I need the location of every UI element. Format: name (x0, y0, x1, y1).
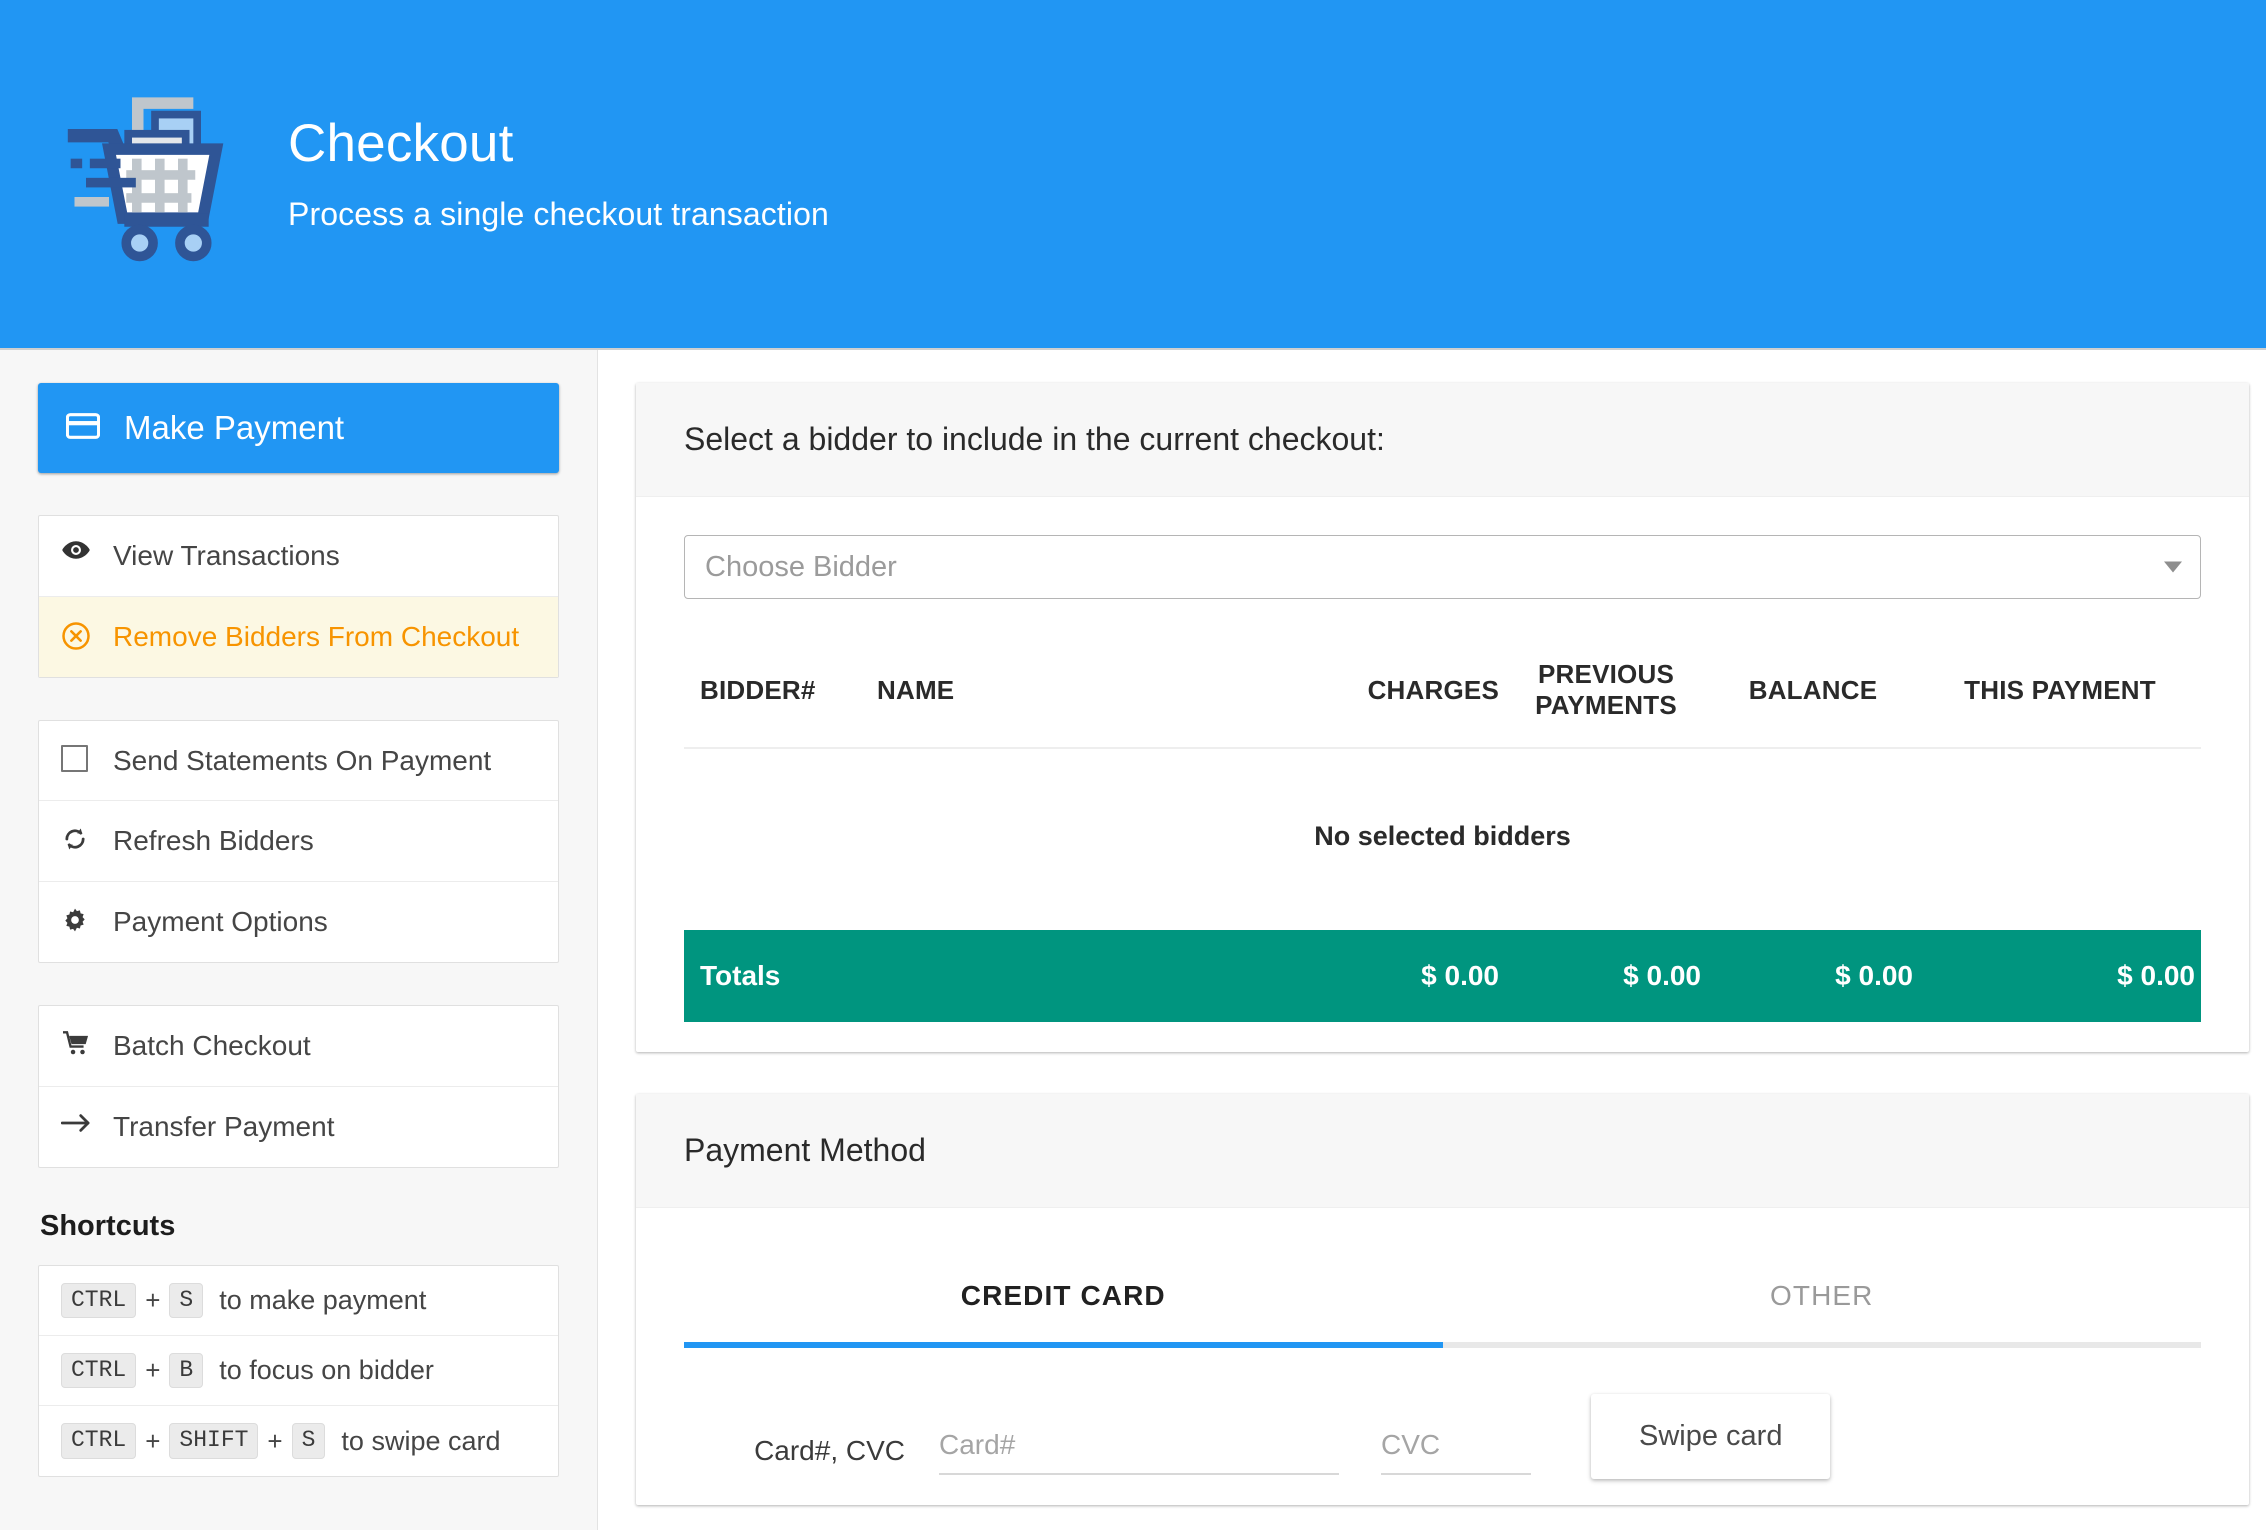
tab-other[interactable]: OTHER (1443, 1246, 2202, 1342)
plus-separator: + (145, 1285, 160, 1316)
eye-icon (61, 537, 99, 560)
make-payment-label: Make Payment (124, 409, 344, 447)
make-payment-button[interactable]: Make Payment (38, 383, 559, 473)
bidder-panel-body: Choose Bidder BIDDER# NAME CHARGES PREVI… (636, 497, 2249, 1052)
column-header-previous-line1: PREVIOUS (1511, 659, 1701, 690)
totals-this-payment: $ 0.00 (1919, 930, 2201, 1022)
column-header-previous-line2: PAYMENTS (1511, 690, 1701, 721)
page-title: Checkout (288, 115, 829, 173)
bidder-table-foot: Totals $ 0.00 $ 0.00 $ 0.00 $ 0.00 (684, 930, 2201, 1022)
totals-label: Totals (684, 930, 871, 1022)
kbd-key: CTRL (61, 1283, 136, 1318)
kbd-key: CTRL (61, 1423, 136, 1458)
bidder-table-body: No selected bidders (684, 748, 2201, 930)
card-form-label: Card#, CVC (684, 1435, 939, 1475)
sidebar-item-label: Payment Options (113, 903, 536, 941)
sidebar-item-batch-checkout[interactable]: Batch Checkout (39, 1006, 558, 1087)
column-header-charges: CHARGES (1233, 641, 1505, 748)
plus-separator: + (145, 1355, 160, 1386)
kbd-key: SHIFT (169, 1423, 258, 1458)
sidebar-item-refresh-bidders[interactable]: Refresh Bidders (39, 801, 558, 882)
sidebar-item-label: Remove Bidders From Checkout (113, 618, 536, 656)
column-header-bidder: BIDDER# (684, 641, 871, 748)
refresh-icon (61, 822, 99, 853)
bidder-table-head: BIDDER# NAME CHARGES PREVIOUS PAYMENTS B… (684, 641, 2201, 748)
shortcut-description: to swipe card (341, 1426, 500, 1457)
arrow-right-icon (61, 1108, 99, 1135)
bidder-select[interactable]: Choose Bidder (684, 535, 2201, 599)
sidebar-item-payment-options[interactable]: Payment Options (39, 882, 558, 962)
shortcut-description: to make payment (219, 1285, 426, 1316)
checkbox-unchecked-icon[interactable] (61, 742, 99, 772)
column-header-previous-payments: PREVIOUS PAYMENTS (1505, 641, 1707, 748)
table-header-row: BIDDER# NAME CHARGES PREVIOUS PAYMENTS B… (684, 641, 2201, 748)
plus-separator: + (267, 1426, 282, 1457)
times-circle-icon (61, 618, 99, 651)
column-header-this-payment: THIS PAYMENT (1919, 641, 2201, 748)
body-wrapper: Make Payment View Transactions (0, 350, 2266, 1530)
shortcut-description: to focus on bidder (219, 1355, 434, 1386)
totals-spacer (871, 930, 1233, 1022)
credit-card-icon (66, 413, 100, 444)
sidebar-group-options: Send Statements On Payment Refresh Bidde… (38, 720, 559, 963)
totals-balance: $ 0.00 (1707, 930, 1919, 1022)
payment-panel-body: CREDIT CARD OTHER Card#, CVC Swipe card (636, 1208, 2249, 1505)
shortcut-focus-bidder: CTRL + B to focus on bidder (39, 1336, 558, 1406)
sidebar-item-remove-bidders[interactable]: Remove Bidders From Checkout (39, 597, 558, 677)
cvc-input[interactable] (1381, 1423, 1531, 1475)
page-subtitle: Process a single checkout transaction (288, 196, 829, 233)
column-header-name: NAME (871, 641, 1233, 748)
sidebar-item-label: Transfer Payment (113, 1108, 536, 1146)
kbd-key: S (169, 1283, 203, 1318)
sidebar-item-label: Refresh Bidders (113, 822, 536, 860)
payment-method-panel: Payment Method CREDIT CARD OTHER Card#, … (636, 1094, 2249, 1505)
payment-method-tabs: CREDIT CARD OTHER (684, 1246, 2201, 1342)
totals-charges: $ 0.00 (1233, 930, 1505, 1022)
card-form-row: Card#, CVC Swipe card (684, 1348, 2201, 1475)
payment-panel-heading: Payment Method (636, 1094, 2249, 1208)
kbd-key: CTRL (61, 1353, 136, 1388)
app-header: Checkout Process a single checkout trans… (0, 0, 2266, 350)
shopping-cart-icon (40, 59, 270, 289)
empty-message: No selected bidders (684, 748, 2201, 930)
bidder-select-placeholder: Choose Bidder (705, 551, 897, 584)
gear-icon (61, 903, 99, 934)
sidebar-group-actions: Batch Checkout Transfer Payment (38, 1005, 559, 1168)
kbd-key: B (169, 1353, 203, 1388)
totals-previous-payments: $ 0.00 (1505, 930, 1707, 1022)
column-header-balance: BALANCE (1707, 641, 1919, 748)
tab-credit-card[interactable]: CREDIT CARD (684, 1246, 1443, 1342)
chevron-down-icon (2164, 562, 2182, 573)
sidebar-item-label: Batch Checkout (113, 1027, 536, 1065)
sidebar: Make Payment View Transactions (0, 350, 598, 1530)
shortcuts-heading: Shortcuts (40, 1210, 559, 1243)
sidebar-item-view-transactions[interactable]: View Transactions (39, 516, 558, 597)
kbd-key: S (292, 1423, 326, 1458)
totals-row: Totals $ 0.00 $ 0.00 $ 0.00 $ 0.00 (684, 930, 2201, 1022)
sidebar-item-label: View Transactions (113, 537, 536, 575)
swipe-card-button[interactable]: Swipe card (1591, 1394, 1830, 1479)
plus-separator: + (145, 1426, 160, 1457)
sidebar-item-send-statements[interactable]: Send Statements On Payment (39, 721, 558, 802)
sidebar-item-transfer-payment[interactable]: Transfer Payment (39, 1087, 558, 1167)
sidebar-item-label: Send Statements On Payment (113, 742, 536, 780)
sidebar-group-transactions: View Transactions Remove Bidders From Ch… (38, 515, 559, 678)
main-content: Select a bidder to include in the curren… (598, 350, 2266, 1530)
tab-active-indicator (684, 1342, 1443, 1348)
shopping-cart-icon (61, 1027, 99, 1056)
shortcut-swipe-card: CTRL + SHIFT + S to swipe card (39, 1406, 558, 1475)
bidder-selection-panel: Select a bidder to include in the curren… (636, 383, 2249, 1052)
table-empty-row: No selected bidders (684, 748, 2201, 930)
bidder-panel-heading: Select a bidder to include in the curren… (636, 383, 2249, 497)
card-number-input[interactable] (939, 1423, 1339, 1475)
bidder-table: BIDDER# NAME CHARGES PREVIOUS PAYMENTS B… (684, 641, 2201, 1022)
shortcut-make-payment: CTRL + S to make payment (39, 1266, 558, 1336)
shortcuts-list: CTRL + S to make payment CTRL + B to foc… (38, 1265, 559, 1477)
header-text-block: Checkout Process a single checkout trans… (288, 115, 829, 232)
